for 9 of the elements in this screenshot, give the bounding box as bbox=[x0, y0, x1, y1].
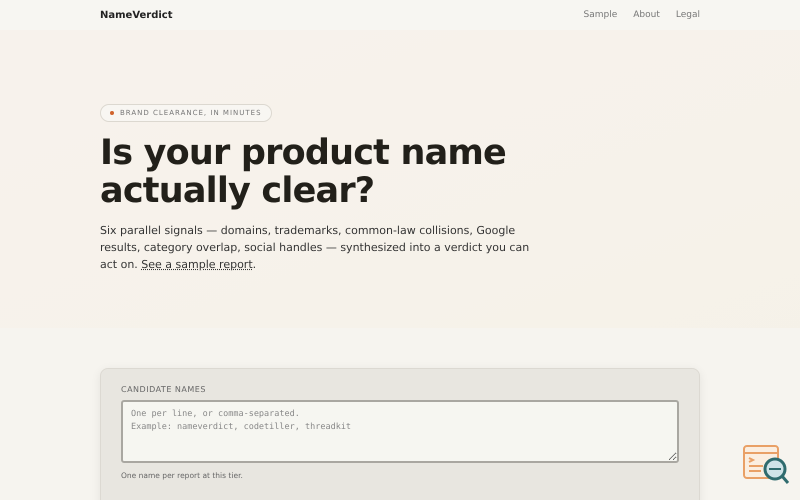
nav-link[interactable]: About bbox=[633, 10, 660, 20]
nav-link[interactable]: Legal bbox=[676, 10, 700, 20]
nav-link[interactable]: Sample bbox=[584, 10, 618, 20]
field-label: CANDIDATE NAMES bbox=[121, 385, 207, 394]
brand-logo[interactable]: NameVerdict bbox=[100, 10, 173, 20]
sample-report-link[interactable]: See a sample report bbox=[141, 258, 253, 271]
names-input-field[interactable]: One per line, or comma-separated. Example: nameverdict, codetiller, threadkit bbox=[121, 400, 679, 463]
hero-title: Is your product name actually clear? bbox=[100, 134, 507, 210]
hero-intro: Six parallel signals — domains, trademarks, common-law collisions, Google results, category overlap, social handles — synthesized into a verdict you can act on. See a sample report. bbox=[100, 223, 530, 273]
